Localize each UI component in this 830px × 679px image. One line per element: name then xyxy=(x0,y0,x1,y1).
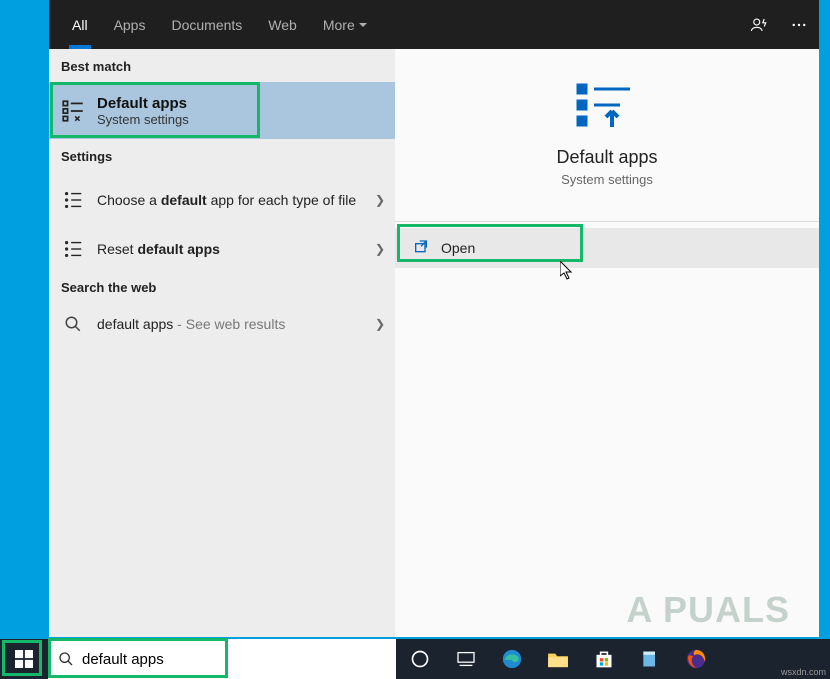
settings-reset-defaults[interactable]: Reset default apps ❯ xyxy=(49,228,395,270)
section-best-match: Best match xyxy=(49,49,395,82)
taskbar xyxy=(0,639,830,679)
tab-more[interactable]: More xyxy=(310,17,380,33)
default-apps-large-icon xyxy=(572,81,642,131)
settings-list-icon xyxy=(59,235,87,263)
open-button[interactable]: Open xyxy=(395,228,819,268)
open-icon xyxy=(413,239,429,258)
search-flyout: All Apps Documents Web More Best match xyxy=(49,0,819,637)
preview-subtitle: System settings xyxy=(561,172,653,187)
divider xyxy=(395,221,819,222)
start-button[interactable] xyxy=(0,639,48,679)
settings-row-text: Reset default apps xyxy=(97,241,365,257)
file-explorer-icon[interactable] xyxy=(544,645,572,673)
windows-logo-icon xyxy=(15,650,33,668)
more-options-icon[interactable] xyxy=(789,15,809,35)
preview-pane: Default apps System settings Open xyxy=(395,49,819,637)
feedback-icon[interactable] xyxy=(749,15,769,35)
settings-row-text: Choose a default app for each type of fi… xyxy=(97,192,365,208)
microsoft-store-icon[interactable] xyxy=(590,645,618,673)
best-match-title: Default apps xyxy=(97,95,189,112)
tab-all[interactable]: All xyxy=(59,0,101,49)
default-apps-icon xyxy=(59,97,87,125)
results-column: Best match Default apps System settings … xyxy=(49,49,395,637)
section-settings: Settings xyxy=(49,139,395,172)
task-view-icon[interactable] xyxy=(452,645,480,673)
chevron-down-icon xyxy=(359,23,367,27)
preview-title: Default apps xyxy=(556,147,657,168)
search-icon xyxy=(58,651,74,667)
tab-more-label: More xyxy=(323,17,355,33)
section-search-web: Search the web xyxy=(49,270,395,303)
chevron-right-icon: ❯ xyxy=(375,193,385,207)
firefox-icon[interactable] xyxy=(682,645,710,673)
search-icon xyxy=(59,310,87,338)
search-input[interactable] xyxy=(82,651,386,668)
edge-icon[interactable] xyxy=(498,645,526,673)
tab-documents[interactable]: Documents xyxy=(158,0,255,49)
settings-choose-default-per-type[interactable]: Choose a default app for each type of fi… xyxy=(49,172,395,228)
cortana-icon[interactable] xyxy=(406,645,434,673)
notepad-icon[interactable] xyxy=(636,645,664,673)
tab-web[interactable]: Web xyxy=(255,0,310,49)
chevron-right-icon: ❯ xyxy=(375,242,385,256)
chevron-right-icon: ❯ xyxy=(375,317,385,331)
best-match-item[interactable]: Default apps System settings xyxy=(49,82,395,139)
search-header: All Apps Documents Web More xyxy=(49,0,819,49)
taskbar-search-box[interactable] xyxy=(48,639,396,679)
settings-list-icon xyxy=(59,186,87,214)
web-row-text: default apps - See web results xyxy=(97,316,365,332)
tab-apps[interactable]: Apps xyxy=(101,0,159,49)
open-label: Open xyxy=(441,240,475,256)
best-match-subtitle: System settings xyxy=(97,112,189,127)
web-result-item[interactable]: default apps - See web results ❯ xyxy=(49,303,395,345)
